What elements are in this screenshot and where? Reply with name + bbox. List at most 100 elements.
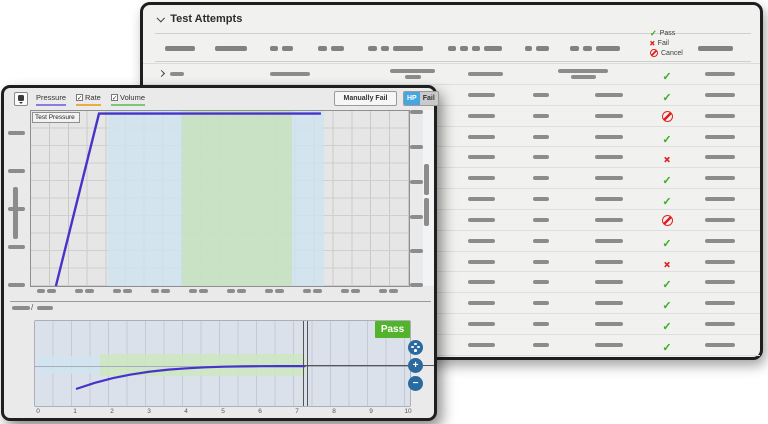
redacted-column-header [460, 46, 468, 51]
x-tick-label: 2 [110, 408, 114, 415]
redacted-column-header [596, 46, 620, 51]
redacted-x-tick [198, 289, 208, 293]
status-cell: ✓ [657, 338, 677, 356]
status-icon-pass: ✓ [662, 175, 672, 188]
series-toggle-pressure[interactable]: Pressure [36, 93, 67, 106]
redacted-cell [468, 72, 503, 76]
redacted-cell [705, 238, 735, 243]
redacted-column-header [282, 46, 293, 51]
reset-view-icon [411, 342, 420, 352]
result-badge: Pass [375, 321, 410, 338]
manually-fail-button[interactable]: Manually Fail [334, 91, 397, 106]
redacted-cell [595, 113, 623, 118]
chart-options-button[interactable] [14, 92, 28, 106]
pressure-chart-plot[interactable]: Test Pressure [30, 110, 410, 287]
hp-fail-button[interactable]: HP Fail [403, 91, 439, 106]
expand-chevron-icon[interactable] [157, 69, 166, 78]
collapse-chevron-icon[interactable] [156, 13, 166, 23]
volume-label: Volume [120, 93, 146, 102]
redacted-x-tick [340, 289, 349, 293]
rate-label: Rate [85, 93, 101, 102]
redacted-column-header [472, 46, 480, 51]
redacted-x-tick [274, 289, 284, 293]
status-cell: ✓ [657, 234, 677, 252]
volume-checkbox[interactable]: ✓ [111, 94, 118, 102]
redacted-cell [533, 113, 549, 118]
redacted-x-tick [236, 289, 246, 293]
pressure-curve [54, 112, 321, 287]
redacted-cell [705, 197, 735, 202]
legend-label: Cancel [661, 49, 683, 57]
redacted-column-header [393, 46, 423, 51]
status-cell: ✓ [657, 275, 677, 293]
section-header[interactable]: Test Attempts [156, 13, 242, 25]
status-cell: ✓ [657, 88, 677, 106]
redacted-y2-tick [410, 215, 423, 219]
x-tick-label: 9 [369, 408, 373, 415]
redacted-cell [705, 92, 735, 97]
redacted-cell [468, 217, 495, 222]
table-row[interactable]: ✓ [143, 64, 760, 85]
status-cell [657, 213, 677, 231]
redacted-cell [468, 322, 495, 327]
redacted-cell [570, 75, 596, 79]
redacted-cell [533, 301, 549, 306]
x-tick-label: 7 [295, 408, 299, 415]
redacted-cell [533, 322, 549, 327]
redacted-cell [533, 197, 549, 202]
redacted-x-tick [112, 289, 121, 293]
x-tick-label: 1 [73, 408, 77, 415]
redacted-x-tick [36, 289, 45, 293]
redacted-column-header [536, 46, 549, 51]
redacted-column-header [698, 46, 733, 51]
redacted-label [37, 306, 53, 310]
redacted-x-tick [312, 289, 322, 293]
status-cell: × [657, 255, 677, 273]
zoom-in-button[interactable]: + [408, 357, 423, 373]
redacted-x-tick [46, 289, 56, 293]
redacted-cell [705, 176, 735, 181]
status-legend: ✓ Pass × Fail Cancel [650, 28, 683, 58]
status-cell [657, 109, 677, 127]
fail-segment: Fail [419, 92, 438, 105]
divider [155, 61, 751, 62]
redacted-cell [533, 92, 549, 97]
status-cell: ✓ [657, 317, 677, 335]
redacted-column-header [525, 46, 532, 51]
redacted-cell [595, 92, 623, 97]
redacted-y-tick [8, 169, 25, 173]
rate-checkbox[interactable]: ✓ [76, 94, 83, 102]
x-tick-label: 3 [147, 408, 151, 415]
redacted-cell [468, 113, 495, 118]
status-icon-pass: ✓ [662, 91, 672, 105]
series-toggle-rate[interactable]: ✓ Rate [76, 93, 101, 106]
status-icon-cancel [650, 49, 658, 57]
legend-label: Pass [659, 29, 676, 37]
redacted-column-header [381, 46, 389, 51]
redacted-column-header [368, 46, 377, 51]
status-icon-pass: ✓ [650, 28, 657, 38]
x-tick-label: 5 [221, 408, 225, 415]
redacted-cell [705, 322, 735, 327]
redacted-column-header [570, 46, 579, 51]
redacted-column-header [318, 46, 327, 51]
redacted-cell [705, 155, 735, 160]
x-tick-label: 10 [404, 408, 412, 415]
redacted-y-axis-title [13, 187, 18, 239]
redacted-x-tick [74, 289, 83, 293]
x-tick-label: 0 [36, 408, 40, 415]
legend-item-pass: ✓ Pass [650, 28, 683, 38]
chart-divider [10, 301, 431, 302]
hp-segment: HP [404, 92, 420, 105]
series-toggle-volume[interactable]: ✓ Volume [111, 93, 146, 106]
redacted-column-header [484, 46, 502, 51]
redacted-cell [270, 72, 310, 76]
redacted-y2-tick [410, 180, 423, 184]
status-icon-cancel [661, 110, 673, 122]
zoom-out-button[interactable]: − [408, 375, 423, 391]
redacted-x-tick [350, 289, 360, 293]
redacted-cell [533, 280, 549, 285]
reset-view-button[interactable] [408, 339, 423, 355]
redacted-x-tick [84, 289, 94, 293]
overview-chart-plot[interactable] [34, 320, 411, 407]
